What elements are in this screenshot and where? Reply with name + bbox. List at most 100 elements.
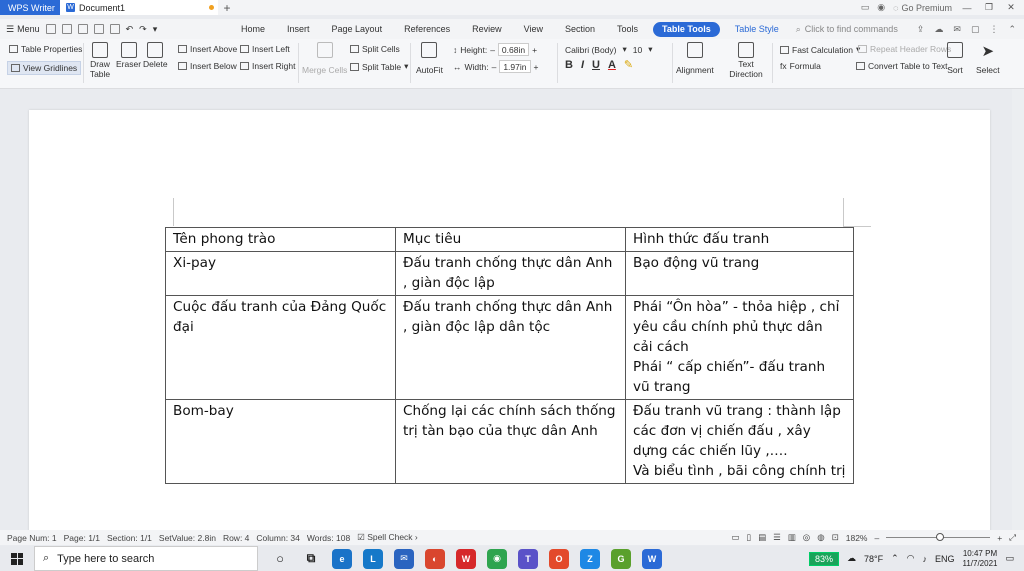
language-indicator[interactable]: ENG (935, 554, 955, 564)
command-search[interactable]: ⌕ Click to find commands (796, 24, 898, 35)
open-icon[interactable] (45, 24, 56, 34)
status-page[interactable]: Page: 1/1 (64, 533, 100, 543)
zoom-in-button[interactable]: + (997, 533, 1002, 543)
convert-table-button[interactable]: Convert Table to Text (856, 61, 948, 71)
close-button[interactable]: ✕ (1004, 2, 1018, 13)
fullscreen-icon[interactable]: ⤢ (1009, 532, 1016, 543)
select-button[interactable]: ➤ Select (976, 42, 1000, 75)
zoom-slider[interactable] (886, 533, 991, 541)
page-view-icon[interactable]: ▤ (758, 532, 766, 543)
delete-button[interactable]: Delete (143, 42, 168, 69)
new-tab-button[interactable]: + (218, 1, 236, 15)
tray-chevron-icon[interactable]: ⌃ (891, 553, 899, 564)
tab-view[interactable]: View (513, 19, 554, 39)
insert-below-button[interactable]: Insert Below (178, 61, 237, 71)
redo-icon[interactable]: ↷ (139, 24, 147, 35)
document-tab[interactable]: W Document1 (60, 0, 218, 15)
start-button[interactable] (0, 552, 34, 565)
status-words[interactable]: Words: 108 (307, 533, 350, 543)
table-cell[interactable]: Bom-bay (165, 399, 396, 484)
chrome-icon[interactable]: ◉ (487, 548, 507, 569)
alignment-button[interactable]: Alignment (676, 42, 714, 75)
tab-home[interactable]: Home (230, 19, 276, 39)
repeat-header-rows-button[interactable]: Repeat Header Rows (858, 44, 951, 54)
app-tab[interactable]: WPS Writer (0, 0, 60, 15)
chevron-down-icon[interactable]: ▾ (648, 44, 652, 55)
export-icon[interactable] (77, 24, 88, 34)
table-cell[interactable]: Mục tiêu (395, 227, 626, 252)
protect-icon[interactable]: ▯ (746, 532, 751, 543)
undo-icon[interactable]: ↶ (126, 24, 134, 35)
tab-section[interactable]: Section (554, 19, 606, 39)
spell-check-button[interactable]: ☑ Spell Check › (357, 532, 418, 543)
cloud-icon[interactable]: ☁ (934, 24, 943, 35)
go-premium-button[interactable]: ◌ Go Premium (893, 3, 952, 13)
table-cell[interactable]: Xi-pay (165, 251, 396, 296)
split-cells-button[interactable]: Split Cells (350, 44, 400, 54)
share-icon[interactable]: ⇪ (917, 24, 925, 35)
edge-icon[interactable]: e (332, 548, 352, 569)
battery-indicator[interactable]: 83% (808, 551, 839, 566)
lms-app-icon[interactable]: L (363, 548, 383, 569)
width-input[interactable]: 1.97in (499, 60, 531, 73)
fit-width-icon[interactable]: ⊡ (832, 532, 839, 543)
height-input[interactable]: 0.68in (497, 43, 530, 56)
height-increase-button[interactable]: + (532, 45, 537, 55)
taskbar-search[interactable]: ⌕ Type here to search (34, 546, 258, 571)
zalo-icon[interactable]: Z (580, 548, 600, 569)
font-color-button[interactable]: A (608, 59, 616, 71)
underline-button[interactable]: U (592, 59, 600, 71)
document-page[interactable]: Tên phong trào Mục tiêu Hình thức đấu tr… (29, 110, 990, 530)
status-row[interactable]: Row: 4 (223, 533, 249, 543)
tab-review[interactable]: Review (461, 19, 513, 39)
tab-table-tools[interactable]: Table Tools (653, 21, 720, 37)
tab-tools[interactable]: Tools (606, 19, 649, 39)
print-preview-icon[interactable] (109, 24, 120, 34)
outline-view-icon[interactable]: ☰ (773, 532, 781, 543)
print-icon[interactable] (93, 24, 104, 34)
wps-office-icon[interactable]: W (456, 548, 476, 569)
eye-protection-icon[interactable]: ◍ (817, 532, 824, 543)
temperature[interactable]: 78°F (864, 554, 883, 564)
wifi-icon[interactable]: ◠ (907, 553, 915, 564)
status-column[interactable]: Column: 34 (256, 533, 299, 543)
autofit-button[interactable]: AutoFit (416, 42, 443, 75)
more-icon[interactable]: ⋮ (989, 24, 998, 35)
vertical-scrollbar[interactable] (1012, 89, 1024, 530)
highlight-icon[interactable]: ✎ (624, 58, 633, 71)
font-name-select[interactable]: Calibri (Body) (562, 43, 620, 56)
comment-icon[interactable]: ▢ (971, 24, 980, 35)
insert-above-button[interactable]: Insert Above (178, 44, 237, 54)
fast-calculation-button[interactable]: Fast Calculation ▾ (780, 44, 860, 55)
formula-button[interactable]: fx Formula (780, 61, 821, 71)
wps-writer-taskbar-icon[interactable]: W (642, 548, 662, 569)
chevron-down-icon[interactable]: ▾ (623, 44, 627, 55)
table-cell[interactable]: Đấu tranh vũ trang : thành lập các đơn v… (625, 399, 854, 484)
insert-left-button[interactable]: Insert Left (240, 44, 290, 54)
status-section[interactable]: Section: 1/1 (107, 533, 152, 543)
office-icon[interactable]: O (549, 548, 569, 569)
mail-icon[interactable]: ✉ (394, 548, 414, 569)
document-view-icon[interactable]: ▭ (731, 532, 739, 543)
web-view-icon[interactable]: ◎ (803, 532, 810, 543)
height-decrease-button[interactable]: – (490, 45, 495, 55)
teams-icon[interactable]: T (518, 548, 538, 569)
minimize-button[interactable]: — (960, 3, 974, 13)
zoom-out-button[interactable]: – (874, 533, 879, 543)
merge-cells-button[interactable]: Merge Cells (302, 42, 347, 75)
document-table[interactable]: Tên phong trào Mục tiêu Hình thức đấu tr… (165, 227, 854, 484)
table-cell[interactable]: Hình thức đấu tranh (625, 227, 854, 252)
zoom-slider-thumb[interactable] (936, 533, 945, 541)
mail-icon[interactable]: ✉ (953, 24, 961, 35)
reading-view-icon[interactable]: ▥ (788, 532, 796, 543)
table-cell[interactable]: Đấu tranh chống thực dân Anh , giàn độc … (395, 251, 626, 296)
tab-references[interactable]: References (393, 19, 461, 39)
sort-button[interactable]: Sort (947, 42, 963, 75)
cortana-icon[interactable]: ○ (270, 549, 290, 569)
tab-page-layout[interactable]: Page Layout (321, 19, 394, 39)
width-decrease-button[interactable]: – (492, 62, 497, 72)
eraser-button[interactable]: Eraser (116, 42, 141, 69)
avatar[interactable]: ◉ (877, 2, 885, 13)
restore-button[interactable]: ❐ (982, 2, 996, 13)
tab-table-style[interactable]: Table Style (724, 19, 790, 39)
